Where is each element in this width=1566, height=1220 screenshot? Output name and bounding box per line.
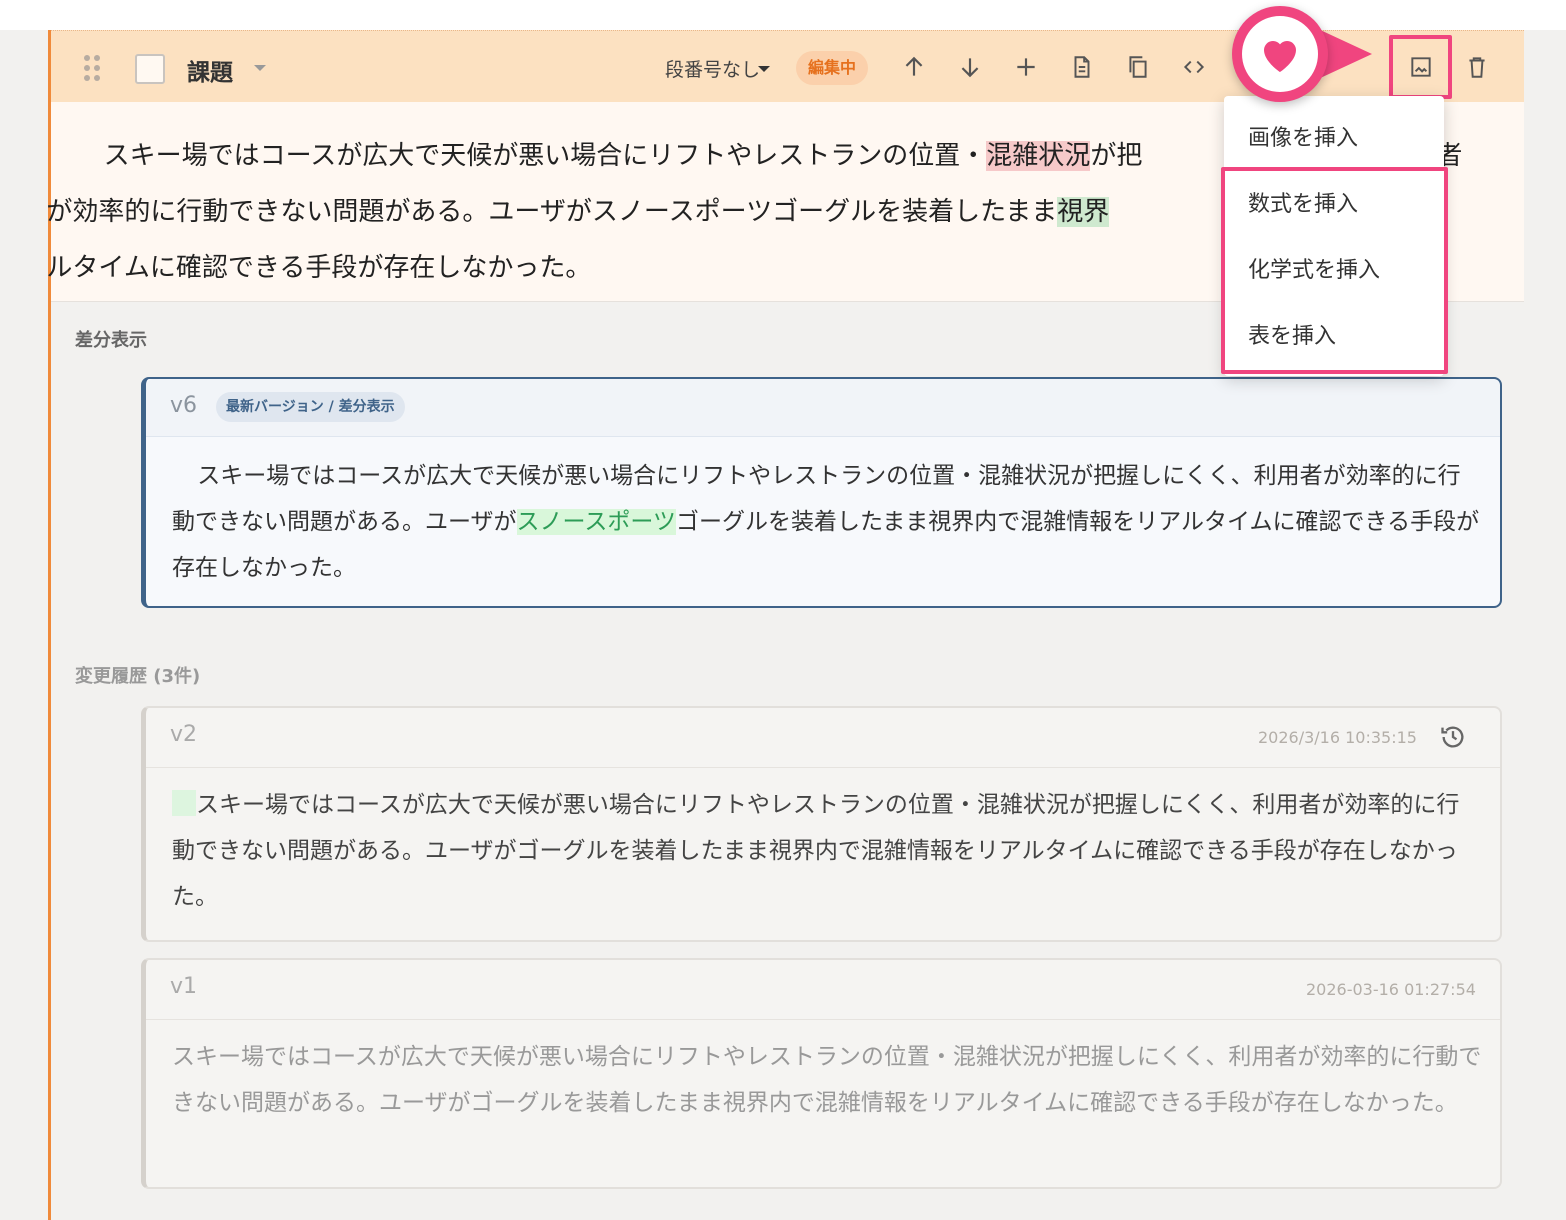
version-text: スキー場ではコースが広大で天候が悪い場合にリフトやレストランの位置・混雑状況が把…: [172, 463, 1480, 581]
timestamp: 2026/3/16 10:35:15: [1258, 728, 1417, 747]
version-header: v2 2026/3/16 10:35:15: [146, 708, 1500, 768]
restore-history-icon[interactable]: [1439, 723, 1467, 751]
move-up-button[interactable]: [896, 49, 932, 85]
numbering-select[interactable]: 段番号なし: [665, 55, 760, 82]
highlight-box: [1389, 35, 1452, 99]
version-label: v1: [170, 974, 198, 999]
inserted-mark: 視界: [1057, 197, 1110, 227]
document-button[interactable]: [1064, 49, 1100, 85]
version-text: スキー場ではコースが広大で天候が悪い場合にリフトやレストランの位置・混雑状況が把…: [172, 790, 1460, 910]
document-icon: [1074, 56, 1090, 78]
chevron-down-icon[interactable]: [758, 66, 770, 72]
arrow-up-icon: [905, 56, 923, 76]
version-label: v6: [170, 393, 198, 418]
version-header: v1 2026-03-16 01:27:54: [146, 960, 1500, 1020]
heart-marker: [1232, 6, 1328, 102]
drag-handle-icon[interactable]: [84, 55, 104, 83]
chevron-down-icon[interactable]: [254, 65, 266, 71]
copy-icon: [1129, 56, 1147, 78]
deleted-mark: 混雑状況: [986, 141, 1091, 171]
menu-highlight-box: [1221, 167, 1448, 374]
heart-icon: [1264, 41, 1296, 72]
version-header: v6 最新バージョン / 差分表示: [146, 379, 1500, 437]
duplicate-button[interactable]: [1120, 49, 1156, 85]
plus-icon: [1017, 58, 1035, 76]
block-select-checkbox[interactable]: [135, 54, 165, 84]
menu-item-insert-image[interactable]: 画像を挿入: [1248, 120, 1358, 152]
history-section-label: 変更履歴 (3件): [75, 666, 201, 687]
version-text: スキー場ではコースが広大で天候が悪い場合にリフトやレストランの位置・混雑状況が把…: [172, 1044, 1482, 1116]
inserted-text: スノースポーツ: [516, 509, 676, 535]
code-button[interactable]: [1176, 49, 1212, 85]
timestamp: 2026-03-16 01:27:54: [1306, 980, 1476, 999]
delete-button[interactable]: [1459, 49, 1495, 85]
diff-section-label: 差分表示: [75, 330, 147, 351]
version-card-latest: v6 最新バージョン / 差分表示 スキー場ではコースが広大で天候が悪い場合にリ…: [141, 377, 1502, 608]
arrow-down-icon: [961, 58, 979, 78]
add-block-button[interactable]: [1008, 49, 1044, 85]
status-badge: 編集中: [796, 51, 869, 85]
top-bar: [0, 0, 1566, 30]
block-type-label[interactable]: 課題: [187, 53, 233, 87]
version-label: v2: [170, 722, 198, 747]
latest-badge: 最新バージョン / 差分表示: [216, 392, 405, 422]
version-card: v2 2026/3/16 10:35:15 スキー場ではコースが広大で天候が悪い…: [141, 706, 1502, 942]
code-icon: [1183, 60, 1205, 74]
trash-icon: [1469, 57, 1485, 78]
inserted-space: [172, 790, 196, 816]
move-down-button[interactable]: [952, 49, 988, 85]
version-card: v1 2026-03-16 01:27:54 スキー場ではコースが広大で天候が悪…: [141, 958, 1502, 1189]
